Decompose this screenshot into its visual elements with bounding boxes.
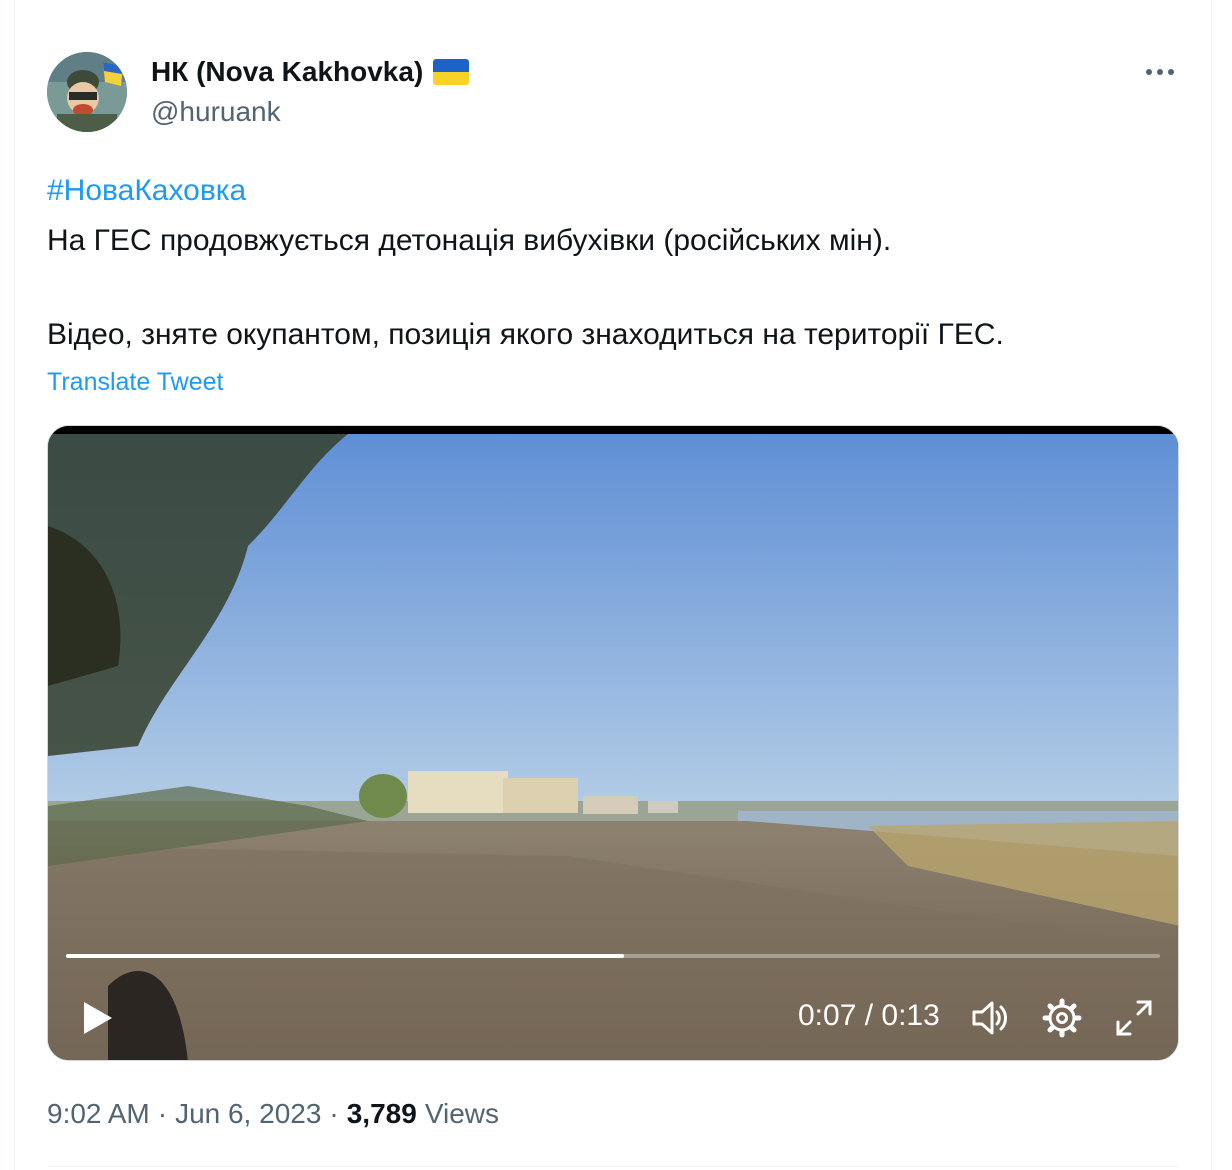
user-handle[interactable]: @huruank — [151, 96, 281, 128]
tweet-meta: 9:02 AM · Jun 6, 2023 · 3,789 Views — [47, 1098, 499, 1130]
author-name-row[interactable]: НК (Nova Kakhovka) — [151, 56, 470, 88]
meta-separator: · — [157, 1098, 168, 1129]
video-progress-fill — [66, 954, 624, 958]
views-label: Views — [424, 1098, 499, 1129]
video-progress-bar[interactable] — [66, 954, 1160, 958]
views-count: 3,789 — [346, 1098, 417, 1129]
hashtag-link[interactable]: #НоваКаховка — [47, 174, 246, 208]
tweet-text-line-2: Відео, зняте окупантом, позиція якого зн… — [47, 318, 1004, 351]
display-name[interactable]: НК (Nova Kakhovka) — [151, 56, 423, 88]
more-icon[interactable] — [1138, 62, 1182, 82]
video-frame — [48, 426, 1178, 1060]
gear-icon[interactable] — [1042, 998, 1082, 1038]
tweet-text-line-1: На ГЕС продовжується детонація вибухівки… — [47, 224, 892, 257]
translate-tweet-link[interactable]: Translate Tweet — [47, 368, 223, 397]
ukraine-flag-icon — [433, 59, 470, 85]
video-player[interactable]: 0:07 / 0:13 — [47, 425, 1179, 1061]
tweet-time[interactable]: 9:02 AM — [47, 1098, 150, 1130]
volume-icon[interactable] — [970, 998, 1010, 1038]
video-time: 0:07 / 0:13 — [798, 999, 940, 1032]
divider — [47, 1166, 1179, 1167]
avatar[interactable] — [47, 52, 127, 132]
play-icon[interactable] — [76, 998, 116, 1038]
meta-separator: · — [329, 1098, 339, 1129]
fullscreen-icon[interactable] — [1114, 998, 1154, 1038]
tweet-date[interactable]: Jun 6, 2023 — [175, 1098, 321, 1130]
